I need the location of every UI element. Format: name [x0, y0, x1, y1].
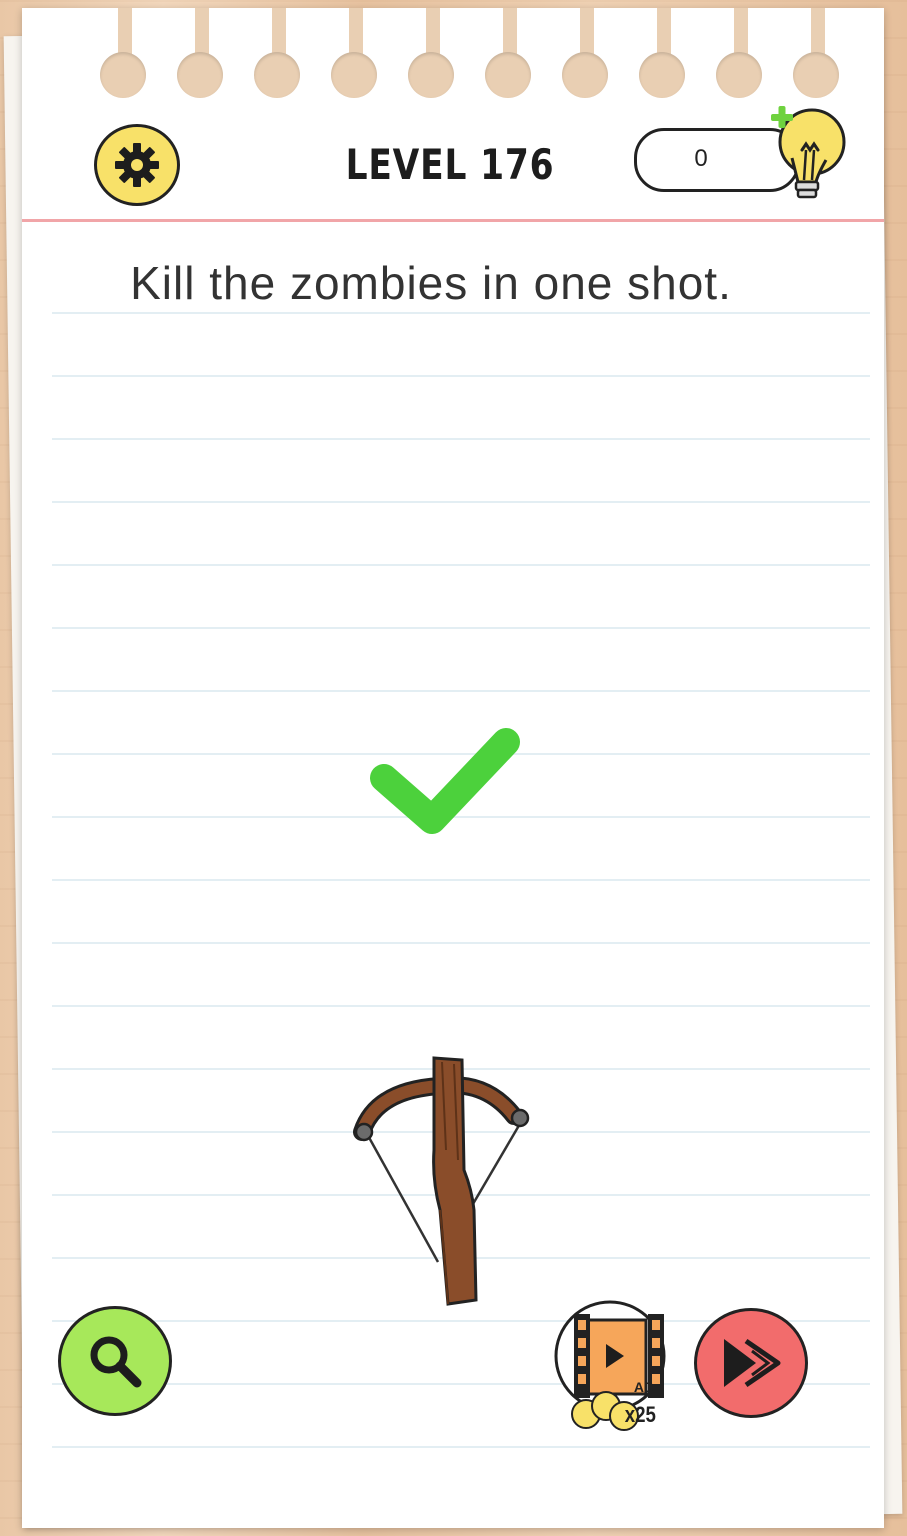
gear-icon: [115, 143, 159, 187]
ruled-line: [52, 564, 870, 566]
settings-button[interactable]: [94, 124, 180, 206]
ruled-line: [52, 1446, 870, 1448]
margin-line: [22, 219, 884, 222]
magnifier-icon: [90, 1336, 142, 1388]
ruled-line: [52, 312, 870, 314]
lightbulb-plus-icon[interactable]: [752, 102, 848, 206]
ruled-line: [52, 942, 870, 944]
ruled-line: [52, 690, 870, 692]
ruled-line: [52, 627, 870, 629]
search-button[interactable]: [58, 1306, 172, 1416]
puzzle-prompt: Kill the zombies in one shot.: [130, 257, 732, 309]
skip-forward-icon: [724, 1338, 781, 1388]
ruled-line: [52, 438, 870, 440]
ruled-line: [52, 501, 870, 503]
ruled-line: [52, 879, 870, 881]
ad-reward-count: x25: [624, 1402, 656, 1427]
ad-label: AD: [634, 1379, 654, 1395]
hint-count: 0: [694, 145, 708, 172]
ruled-line: [52, 1005, 870, 1007]
skip-level-button[interactable]: [694, 1308, 808, 1418]
crossbow[interactable]: [336, 1050, 536, 1306]
level-title: LEVEL 176: [345, 140, 555, 189]
ruled-line: [52, 375, 870, 377]
checkmark-icon: [370, 728, 520, 834]
